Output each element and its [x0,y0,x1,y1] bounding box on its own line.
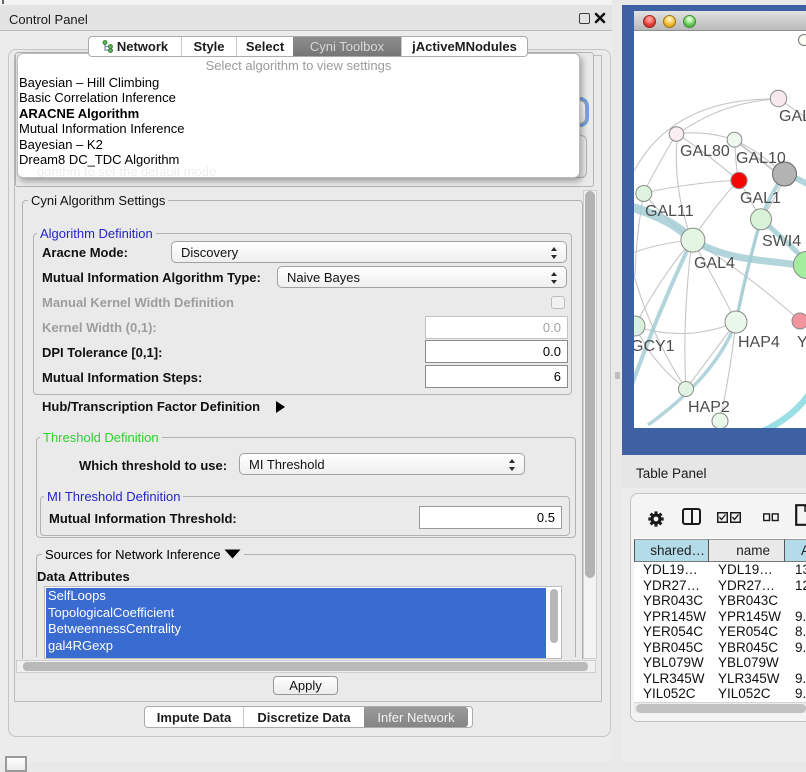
svg-text:GAL80: GAL80 [680,143,730,160]
svg-text:GAL10: GAL10 [736,150,786,167]
svg-text:HAP4: HAP4 [738,334,780,351]
svg-text:SWI4: SWI4 [762,233,801,250]
svg-text:Y: Y [797,334,806,351]
svg-text:GAL7: GAL7 [779,108,806,125]
svg-text:GAL4: GAL4 [694,255,735,272]
svg-text:GAL1: GAL1 [740,190,781,207]
svg-text:HAP2: HAP2 [688,399,730,416]
svg-text:GAL11: GAL11 [645,203,694,220]
svg-text:GCY1: GCY1 [634,338,675,355]
